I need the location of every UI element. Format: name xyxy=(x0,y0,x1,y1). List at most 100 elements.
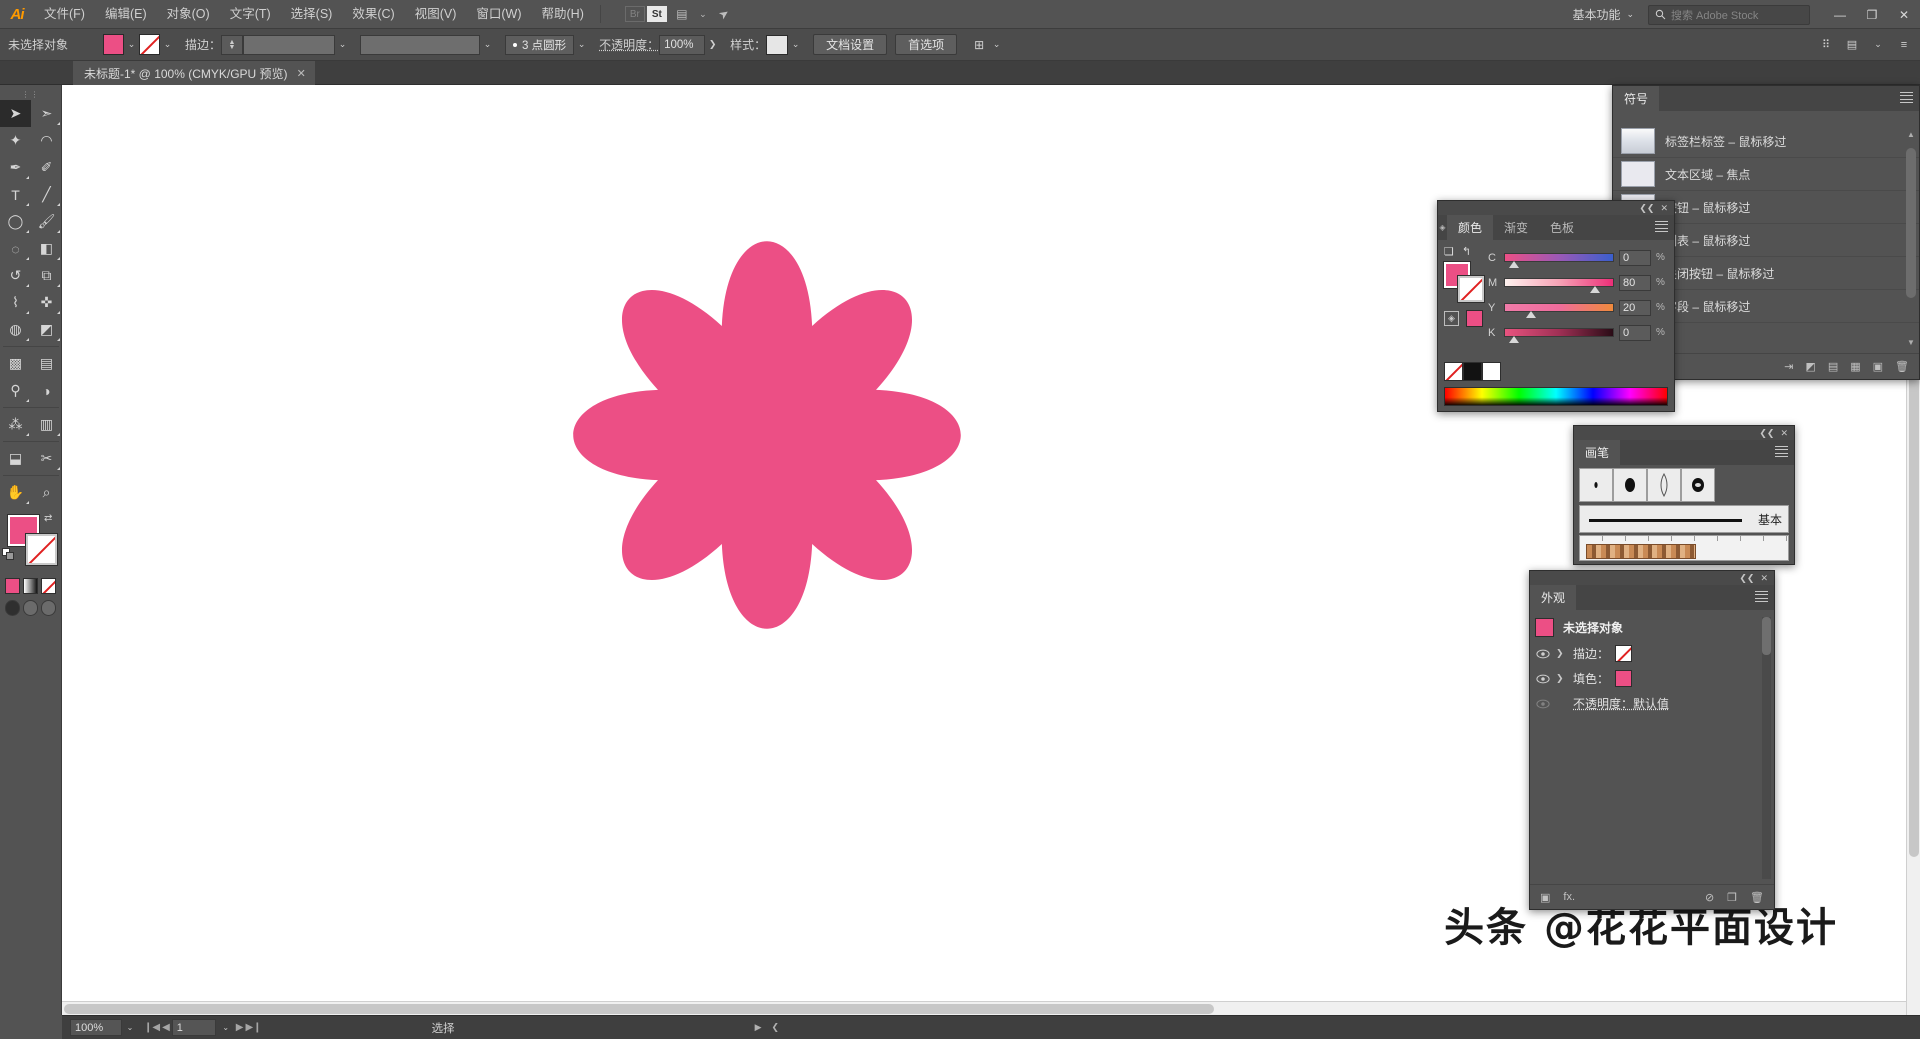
menu-item-1[interactable]: 编辑(E) xyxy=(95,0,157,29)
arrange-documents-icon[interactable]: ▤ xyxy=(669,4,695,24)
profile-chevron-down-icon[interactable]: ⌄ xyxy=(480,35,495,55)
curvature-tool[interactable]: ✐ xyxy=(31,154,62,181)
zoom-chevron-down-icon[interactable]: ⌄ xyxy=(122,1019,138,1036)
stroke-row[interactable]: ❯ 描边： xyxy=(1530,641,1774,666)
stroke-weight-chevron-down-icon[interactable]: ⌄ xyxy=(335,35,350,55)
color-stroke-swatch[interactable] xyxy=(1457,275,1485,303)
align-icon[interactable]: ⊞ xyxy=(969,35,989,55)
first-artboard-icon[interactable]: ❙◀ xyxy=(144,1022,160,1033)
brush-definition-select[interactable]: 3 点圆形 xyxy=(505,34,575,55)
brushes-panel-menu-icon[interactable] xyxy=(1775,446,1788,457)
tab-gradient[interactable]: 渐变 xyxy=(1493,215,1540,240)
ellipse-tool[interactable]: ◯ xyxy=(0,208,31,235)
slider-value-input[interactable]: 80 xyxy=(1619,274,1651,291)
symbol-sprayer-tool[interactable]: ⁂ xyxy=(0,411,31,438)
symbol-libraries-icon[interactable]: ⇥ xyxy=(1784,360,1793,373)
scroll-thumb[interactable] xyxy=(1906,148,1916,298)
brush-dot-small[interactable] xyxy=(1579,468,1613,502)
color-slider-k[interactable]: K 0% xyxy=(1488,320,1670,345)
black-color-swatch[interactable] xyxy=(1463,362,1482,381)
scale-tool[interactable]: ⧉ xyxy=(31,262,62,289)
duplicate-item-icon[interactable]: ❐ xyxy=(1727,891,1737,904)
style-chevron-down-icon[interactable]: ⌄ xyxy=(788,35,803,55)
color-slider-y[interactable]: Y 20% xyxy=(1488,295,1670,320)
status-expand-icon[interactable]: ▶ xyxy=(755,1022,762,1033)
collapse-icon[interactable]: ❮❮ xyxy=(1759,428,1774,439)
clear-appearance-icon[interactable]: ⊘ xyxy=(1705,891,1714,904)
slice-tool[interactable]: ✂ xyxy=(31,445,62,472)
slider-track[interactable] xyxy=(1504,278,1614,293)
column-graph-tool[interactable]: ▥ xyxy=(31,411,62,438)
close-icon[interactable]: ✕ xyxy=(297,67,306,80)
place-symbol-instance-icon[interactable]: ◩ xyxy=(1805,360,1815,373)
color-panel-menu-icon[interactable] xyxy=(1655,221,1668,232)
opacity-row[interactable]: 不透明度：默认值 xyxy=(1530,691,1774,716)
type-tool[interactable]: T xyxy=(0,181,31,208)
blend-tool[interactable]: ◑ xyxy=(31,377,62,404)
edit-toolbar-icon[interactable]: ⠿ xyxy=(1816,35,1836,55)
flower-shape[interactable] xyxy=(572,240,962,630)
shape-builder-tool[interactable]: ◍ xyxy=(0,316,31,343)
panel-menu-chevron-icon[interactable]: ⌄ xyxy=(1868,35,1888,55)
minimize-button[interactable]: — xyxy=(1824,0,1856,29)
artboard-number-input[interactable]: 1 xyxy=(171,1019,216,1036)
collapse-icon[interactable]: ❮❮ xyxy=(1739,573,1754,584)
brush-art-row[interactable] xyxy=(1579,535,1789,561)
next-artboard-icon[interactable]: ▶ xyxy=(236,1022,244,1033)
delete-symbol-icon[interactable]: 🗑 xyxy=(1895,360,1909,373)
menu-item-4[interactable]: 选择(S) xyxy=(281,0,343,29)
tab-brushes[interactable]: 画笔 xyxy=(1574,440,1621,465)
opacity-input[interactable]: 100% xyxy=(659,34,706,55)
paintbrush-tool[interactable]: 🖌 xyxy=(31,208,62,235)
brush-basic-row[interactable]: 基本 xyxy=(1579,505,1789,533)
brush-chevron-down-icon[interactable]: ⌄ xyxy=(574,35,589,55)
selection-tool[interactable]: ➤ xyxy=(0,100,31,127)
slider-knob[interactable] xyxy=(1509,336,1520,343)
document-tab[interactable]: 未标题-1* @ 100% (CMYK/GPU 预览) ✕ xyxy=(73,61,315,85)
fill-chevron-down-icon[interactable]: ⌄ xyxy=(124,35,139,55)
slider-value-input[interactable]: 0 xyxy=(1619,249,1651,266)
visibility-eye-icon[interactable] xyxy=(1535,646,1550,661)
reset-color-icon[interactable]: ↰ xyxy=(1462,245,1471,258)
slider-track[interactable] xyxy=(1504,253,1614,268)
color-slider-c[interactable]: C 0% xyxy=(1488,245,1670,270)
free-transform-tool[interactable]: ✜ xyxy=(31,289,62,316)
menu-item-7[interactable]: 窗口(W) xyxy=(466,0,531,29)
visibility-eye-icon[interactable] xyxy=(1535,671,1550,686)
slider-value-input[interactable]: 0 xyxy=(1619,324,1651,341)
preferences-button[interactable]: 首选项 xyxy=(895,34,958,55)
magic-wand-tool[interactable]: ✦ xyxy=(0,127,31,154)
color-mode-none-icon[interactable] xyxy=(41,578,56,594)
fill-row[interactable]: ❯ 填色： xyxy=(1530,666,1774,691)
appearance-panel[interactable]: ❮❮ ✕ 外观 未选择对象 ❯ 描边： ❯ 填色： 不透明度：默认值 ▣ fx. ⊘ ❐… xyxy=(1529,570,1775,910)
color-mode-color-icon[interactable] xyxy=(5,578,20,594)
control-panel-menu-icon[interactable]: ≡ xyxy=(1894,35,1914,55)
scroll-up-icon[interactable]: ▲ xyxy=(1907,130,1915,139)
width-tool[interactable]: ⌇ xyxy=(0,289,31,316)
perspective-grid-tool[interactable]: ◩ xyxy=(31,316,62,343)
stroke-chevron-down-icon[interactable]: ⌄ xyxy=(160,35,175,55)
menu-item-0[interactable]: 文件(F) xyxy=(34,0,95,29)
menu-item-3[interactable]: 文字(T) xyxy=(220,0,281,29)
eraser-tool[interactable]: ◧ xyxy=(31,235,62,262)
add-new-stroke-icon[interactable]: ▣ xyxy=(1540,891,1550,904)
color-slider-m[interactable]: M 80% xyxy=(1488,270,1670,295)
artboard-tool[interactable]: ⬓ xyxy=(0,445,31,472)
rotate-tool[interactable]: ↺ xyxy=(0,262,31,289)
visibility-eye-icon[interactable] xyxy=(1535,696,1550,711)
appearance-panel-titlebar[interactable]: ❮❮ ✕ xyxy=(1530,571,1774,585)
scroll-thumb[interactable] xyxy=(1762,617,1771,655)
slider-knob[interactable] xyxy=(1509,261,1520,268)
slider-value-input[interactable]: 20 xyxy=(1619,299,1651,316)
gradient-tool[interactable]: ▤ xyxy=(31,350,62,377)
expand-chevron-right-icon[interactable]: ❯ xyxy=(1556,673,1567,684)
slider-track[interactable] xyxy=(1504,303,1614,318)
pen-tool[interactable]: ✒ xyxy=(0,154,31,181)
previous-artboard-icon[interactable]: ◀ xyxy=(162,1022,170,1033)
flower-path[interactable] xyxy=(573,241,961,629)
color-panel[interactable]: ❮❮ ✕ ◈ 颜色 渐变 色板 ❏ ↰ ◈ C 0 % M 80 % Y 20 … xyxy=(1437,200,1675,412)
line-segment-tool[interactable]: ╱ xyxy=(31,181,62,208)
screen-mode-fullscreen-menubar-icon[interactable] xyxy=(23,600,38,616)
search-adobe-icon[interactable]: ➤ xyxy=(707,0,740,30)
collapse-icon[interactable]: ❮❮ xyxy=(1639,203,1654,214)
